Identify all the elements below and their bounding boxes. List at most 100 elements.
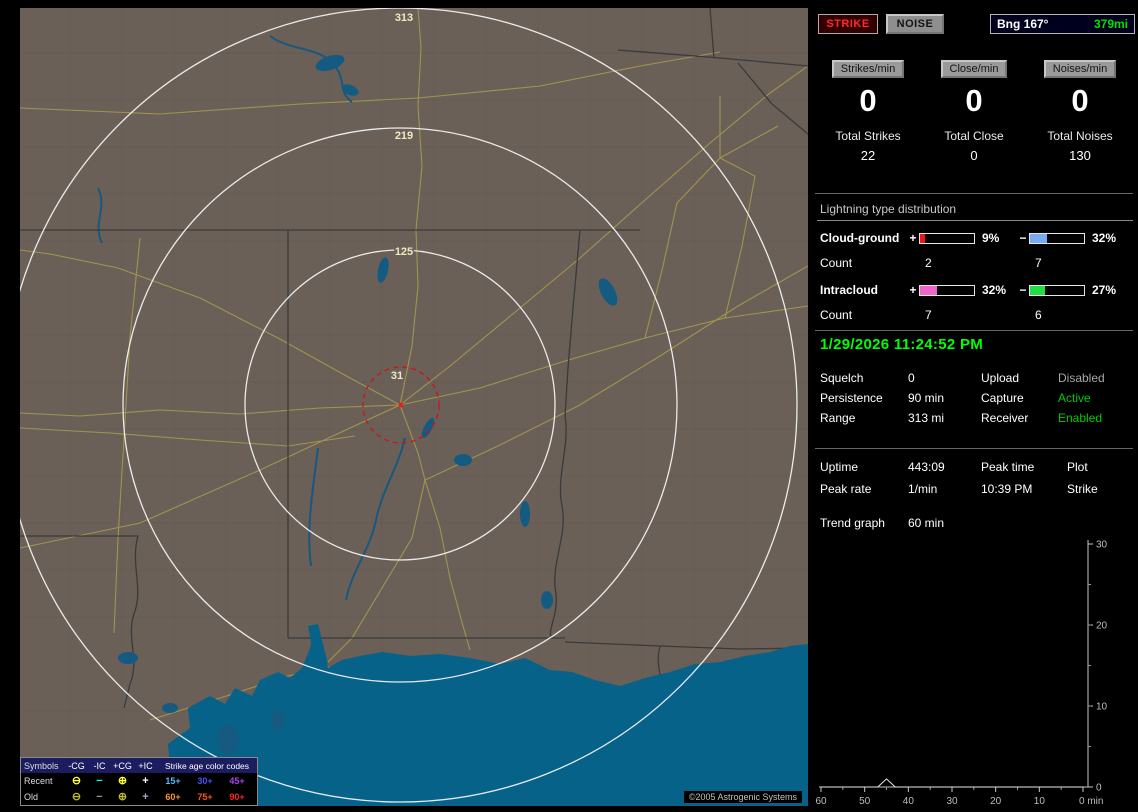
status-grid: Squelch 0 Upload Disabled Persistence 90… [820, 368, 1133, 428]
ring-label-313: 313 [395, 12, 413, 24]
cg-plus-bar [919, 232, 975, 244]
cg-minus-bar [1029, 232, 1085, 244]
cloud-ground-row: Cloud-ground + 9% − 32% [817, 228, 1133, 248]
noise-mode-button[interactable]: NOISE [886, 14, 944, 34]
total-noises-label: Total Noises [1047, 129, 1113, 143]
cloud-ground-label: Cloud-ground [820, 231, 900, 245]
close-counter: Close/min 0 Total Close 0 [921, 60, 1027, 163]
svg-text:20: 20 [1096, 621, 1108, 632]
cloud-ground-count-row: Count 2 7 [817, 252, 1133, 274]
cg-minus-bar-fill [1030, 233, 1048, 243]
svg-text:0 min: 0 min [1079, 796, 1103, 807]
pos-ic-old-icon: + [142, 790, 149, 803]
persistence-label: Persistence [820, 391, 883, 405]
legend-old-label: Old [24, 792, 39, 802]
ic-minus-bar-fill [1030, 285, 1045, 295]
peak-time-value: 10:39 PM [981, 482, 1033, 496]
legend-header: Symbols -CG -IC +CG +IC Strike age color… [21, 758, 257, 773]
upload-label: Upload [981, 371, 1020, 385]
pos-ic-recent-icon: + [142, 774, 149, 787]
intracloud-count-row: Count 7 6 [817, 304, 1133, 326]
age-90: 90+ [229, 792, 245, 802]
ic-plus-bar-fill [920, 285, 938, 295]
pos-cg-old-icon: ⊕ [117, 790, 128, 803]
peak-time-label: Peak time [981, 460, 1035, 474]
distribution-title: Lightning type distribution [817, 200, 1133, 221]
minus-sign: − [1019, 283, 1027, 297]
peak-rate-label: Peak rate [820, 482, 872, 496]
range-label: Range [820, 411, 856, 425]
total-close-label: Total Close [944, 129, 1004, 143]
legend-neg-cg-header: -CG [68, 760, 85, 771]
total-close-value: 0 [970, 148, 978, 163]
sidebar: STRIKE NOISE Bng 167° 379mi Strikes/min … [815, 0, 1138, 812]
strike-mode-button[interactable]: STRIKE [818, 14, 878, 34]
bearing-value: Bng 167° [997, 17, 1049, 31]
receiver-label: Receiver [981, 411, 1029, 425]
neg-ic-recent-icon: − [96, 774, 103, 787]
rate-counters: Strikes/min 0 Total Strikes 22 Close/min… [815, 60, 1133, 163]
trend-graph-label: Trend graph [820, 516, 885, 530]
legend-recent-label: Recent [24, 776, 53, 786]
separator [815, 330, 1133, 331]
plot-value: Strike [1067, 482, 1098, 496]
close-per-min-button[interactable]: Close/min [940, 60, 1008, 78]
legend-symbols-header: Symbols [24, 760, 59, 771]
ic-minus-count: 6 [1035, 308, 1042, 322]
intracloud-row: Intracloud + 32% − 27% [817, 280, 1133, 300]
plot-label: Plot [1067, 460, 1088, 474]
ic-plus-bar [919, 284, 975, 296]
receiver-status: Enabled [1058, 411, 1103, 425]
svg-text:20: 20 [990, 796, 1002, 807]
current-datetime: 1/29/2026 11:24:52 PM [820, 336, 984, 353]
lightning-map[interactable]: 313 219 125 31 Symbols -CG -IC +CG +IC S… [20, 8, 808, 806]
cg-plus-percent: 9% [982, 231, 1000, 245]
ring-label-125: 125 [395, 246, 413, 258]
age-75: 75+ [197, 792, 213, 802]
trend-graph-row: Trend graph 60 min [820, 516, 1133, 530]
minus-sign: − [1019, 231, 1027, 245]
squelch-label: Squelch [820, 371, 864, 385]
ic-minus-percent: 27% [1092, 283, 1117, 297]
session-grid: Uptime 443:09 Peak time Plot Peak rate 1… [820, 456, 1133, 500]
svg-text:10: 10 [1034, 796, 1046, 807]
ring-label-219: 219 [395, 130, 413, 142]
legend-pos-cg-header: +CG [113, 760, 132, 771]
noises-rate-value: 0 [1071, 83, 1089, 118]
total-strikes-value: 22 [860, 148, 876, 163]
age-45: 45+ [229, 776, 245, 786]
age-15: 15+ [165, 776, 181, 786]
cg-minus-percent: 32% [1092, 231, 1117, 245]
svg-text:30: 30 [946, 796, 958, 807]
legend-neg-ic-header: -IC [93, 760, 106, 771]
cg-minus-count: 7 [1035, 256, 1042, 270]
noises-per-min-button[interactable]: Noises/min [1043, 60, 1117, 78]
age-60: 60+ [165, 792, 181, 802]
uptime-label: Uptime [820, 460, 859, 474]
mode-row: STRIKE NOISE Bng 167° 379mi [818, 14, 1135, 34]
cg-plus-count: 2 [925, 256, 932, 270]
receiver-center-marker [398, 402, 404, 408]
neg-ic-old-icon: − [96, 790, 103, 803]
pos-cg-recent-icon: ⊕ [117, 774, 128, 787]
squelch-value: 0 [908, 371, 915, 385]
lightning-distribution: Lightning type distribution Cloud-ground… [817, 200, 1133, 332]
upload-status: Disabled [1058, 371, 1105, 385]
trend-graph: 0 10 20 30 60 50 40 30 20 10 0 min [815, 540, 1108, 808]
status-panel: 1/29/2026 11:24:52 PM Squelch 0 Upload D… [820, 336, 1133, 428]
strikes-rate-value: 0 [859, 83, 877, 118]
peak-rate-value: 1/min [908, 482, 938, 496]
close-rate-value: 0 [965, 83, 983, 118]
age-30: 30+ [197, 776, 213, 786]
legend-row-old: Old ⊖ − ⊕ + 60+ 75+ 90+ [21, 789, 257, 805]
session-panel: Uptime 443:09 Peak time Plot Peak rate 1… [820, 456, 1133, 530]
neg-cg-old-icon: ⊖ [71, 790, 82, 803]
svg-text:0: 0 [1096, 783, 1102, 794]
neg-cg-recent-icon: ⊖ [71, 774, 82, 787]
plus-sign: + [909, 231, 917, 245]
strikes-per-min-button[interactable]: Strikes/min [831, 60, 905, 78]
separator [815, 448, 1133, 449]
svg-text:60: 60 [815, 796, 827, 807]
persistence-value: 90 min [908, 391, 945, 405]
strikes-counter: Strikes/min 0 Total Strikes 22 [815, 60, 921, 163]
